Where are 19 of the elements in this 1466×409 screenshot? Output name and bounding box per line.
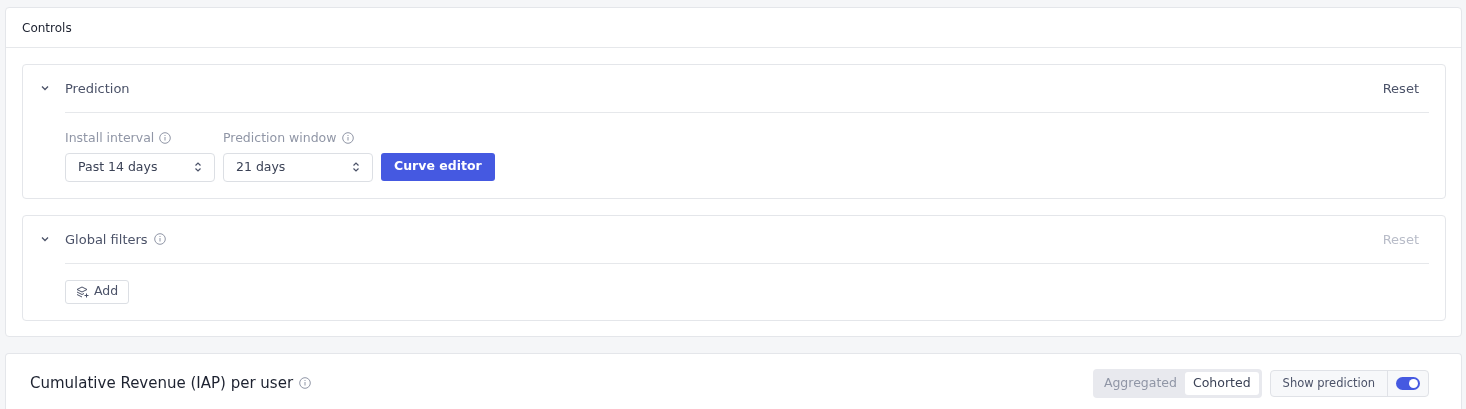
select-field[interactable]: Past 14 days xyxy=(65,152,215,182)
select-field[interactable]: 21 days xyxy=(223,152,373,182)
layers-plus-icon xyxy=(76,285,89,298)
toggle-label: Show prediction xyxy=(1270,370,1388,396)
toggle-switch[interactable] xyxy=(1396,376,1420,390)
reset-button[interactable]: Reset xyxy=(1382,78,1429,99)
select-caret-icon xyxy=(194,162,202,173)
view-option[interactable]: Cohorted xyxy=(1185,371,1259,395)
curve-editor-button[interactable]: Curve editor xyxy=(381,152,495,181)
chevron-icon[interactable] xyxy=(41,235,49,242)
section-title: Global filters xyxy=(65,230,148,249)
panel-title: Controls xyxy=(22,19,72,37)
field-label: Prediction window xyxy=(223,129,337,147)
field-label: Install interval xyxy=(65,129,155,147)
chevron-icon[interactable] xyxy=(41,85,49,91)
add-button[interactable]: Add xyxy=(65,279,130,304)
section-title: Prediction xyxy=(65,79,130,98)
chart-title: Cumulative Revenue (IAP) per user xyxy=(30,373,294,394)
select-caret-icon xyxy=(352,162,360,173)
